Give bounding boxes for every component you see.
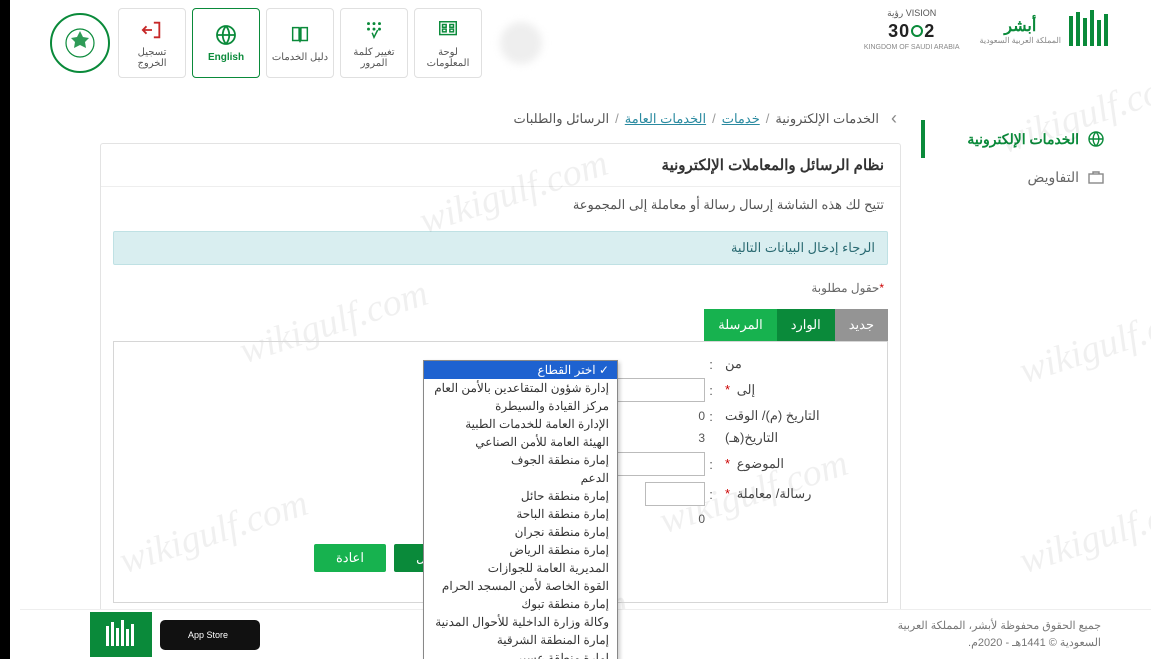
globe-small-icon — [1087, 130, 1105, 148]
sector-option[interactable]: إدارة شؤون المتقاعدين بالأمن العام — [424, 379, 617, 397]
appstore-badge[interactable]: App Store — [160, 620, 260, 650]
services-guide-button[interactable]: دليل الخدمات — [266, 8, 334, 78]
sidebar: الخدمات الإلكترونية التفاويض — [921, 90, 1111, 620]
briefcase-icon — [1087, 168, 1105, 186]
date-time-value: 0 — [698, 409, 705, 423]
attachment-count: 0 — [698, 512, 705, 526]
header: أبشر المملكة العربية السعودية VISION رؤي… — [10, 0, 1151, 90]
absher-bars-small-icon — [104, 620, 138, 650]
user-avatar[interactable] — [500, 22, 542, 64]
sector-option[interactable]: إمارة منطقة تبوك — [424, 595, 617, 613]
language-english-button[interactable]: English — [192, 8, 260, 78]
absher-bars-icon — [1067, 8, 1111, 52]
logout-button[interactable]: تسجيل الخروج — [118, 8, 186, 78]
sector-dropdown[interactable]: اختر القطاعإدارة شؤون المتقاعدين بالأمن … — [423, 360, 618, 659]
sector-option[interactable]: إمارة المنطقة الشرقية — [424, 631, 617, 649]
header-toolbar: لوحة المعلومات تغيير كلمة المرور دليل ال… — [118, 8, 482, 78]
label-from: من — [717, 356, 847, 372]
keypad-icon — [362, 18, 386, 42]
footer-absher-logo — [90, 612, 152, 657]
sector-option[interactable]: إمارة منطقة حائل — [424, 487, 617, 505]
change-password-button[interactable]: تغيير كلمة المرور — [340, 8, 408, 78]
book-icon — [288, 23, 312, 47]
label-to: إلى * — [717, 382, 847, 398]
messages-card: نظام الرسائل والمعاملات الإلكترونية تتيح… — [100, 143, 901, 620]
logout-icon — [140, 18, 164, 42]
msg-type-input[interactable] — [645, 482, 705, 506]
absher-subtitle: المملكة العربية السعودية — [980, 36, 1061, 45]
sector-option[interactable]: إمارة منطقة الرياض — [424, 541, 617, 559]
sector-option[interactable]: مركز القيادة والسيطرة — [424, 397, 617, 415]
label-subject: الموضوع * — [717, 456, 847, 472]
absher-logo: أبشر المملكة العربية السعودية — [980, 8, 1111, 52]
sector-option[interactable]: القوة الخاصة لأمن المسجد الحرام — [424, 577, 617, 595]
message-form: من : إلى * : التاريخ (م)/ الوقت : 0 — [113, 341, 888, 603]
required-note: *حقول مطلوبة — [101, 273, 900, 309]
message-tabs: جديد الوارد المرسلة — [113, 309, 888, 341]
sidebar-item-label: التفاويض — [1027, 169, 1079, 186]
label-msg-type: رسالة/ معاملة * — [717, 486, 847, 502]
breadcrumb-l4: الرسائل والطلبات — [514, 111, 610, 127]
sector-option[interactable]: وكالة وزارة الداخلية للأحوال المدنية — [424, 613, 617, 631]
vision-2030-logo: VISION رؤية 230 KINGDOM OF SAUDI ARABIA — [864, 8, 960, 52]
sector-option[interactable]: إمارة منطقة الجوف — [424, 451, 617, 469]
info-alert: الرجاء إدخال البيانات التالية — [113, 231, 888, 265]
sector-option[interactable]: إمارة منطقة الباحة — [424, 505, 617, 523]
label-date-hijri: التاريخ(هـ) — [717, 430, 847, 446]
reset-button[interactable]: اعادة — [314, 544, 386, 572]
tab-inbox[interactable]: الوارد — [777, 309, 835, 341]
breadcrumb-l1: الخدمات الإلكترونية — [775, 111, 879, 127]
dashboard-label: لوحة المعلومات — [419, 47, 477, 69]
dashboard-button[interactable]: لوحة المعلومات — [414, 8, 482, 78]
tab-new[interactable]: جديد — [835, 309, 888, 341]
breadcrumb-back-icon[interactable]: › — [891, 108, 897, 129]
sector-option[interactable]: إمارة منطقة نجران — [424, 523, 617, 541]
sidebar-item-eservices[interactable]: الخدمات الإلكترونية — [921, 120, 1111, 158]
sector-option[interactable]: المديرية العامة للجوازات — [424, 559, 617, 577]
breadcrumb-l2[interactable]: خدمات — [722, 111, 760, 127]
sidebar-item-label: الخدمات الإلكترونية — [967, 131, 1079, 148]
sector-option[interactable]: الدعم — [424, 469, 617, 487]
breadcrumb-l3[interactable]: الخدمات العامة — [625, 111, 706, 127]
date-hijri-value: 3 — [698, 431, 705, 445]
sector-option[interactable]: اختر القطاع — [424, 361, 617, 379]
card-subtitle: تتيح لك هذه الشاشة إرسال رسالة أو معاملة… — [101, 187, 900, 223]
label-date-time: التاريخ (م)/ الوقت — [717, 408, 847, 424]
dashboard-icon — [436, 18, 460, 42]
breadcrumb: › الخدمات الإلكترونية / خدمات / الخدمات … — [100, 108, 901, 129]
sector-option[interactable]: الهيئة العامة للأمن الصناعي — [424, 433, 617, 451]
card-title: نظام الرسائل والمعاملات الإلكترونية — [101, 144, 900, 187]
moi-emblem — [50, 13, 110, 73]
sidebar-item-delegations[interactable]: التفاويض — [921, 158, 1111, 196]
sector-option[interactable]: إمارة منطقة عسير — [424, 649, 617, 659]
change-password-label: تغيير كلمة المرور — [345, 47, 403, 69]
absher-title: أبشر — [980, 16, 1061, 36]
main-content: › الخدمات الإلكترونية / خدمات / الخدمات … — [100, 90, 901, 620]
tab-sent[interactable]: المرسلة — [704, 309, 776, 341]
emblem-icon — [60, 23, 100, 63]
sector-option[interactable]: الإدارة العامة للخدمات الطبية — [424, 415, 617, 433]
globe-icon — [214, 23, 238, 47]
language-english-label: English — [208, 52, 244, 63]
footer-copyright: جميع الحقوق محفوظة لأبشر، المملكة العربي… — [898, 618, 1101, 651]
services-guide-label: دليل الخدمات — [272, 52, 328, 63]
logout-label: تسجيل الخروج — [123, 47, 181, 69]
